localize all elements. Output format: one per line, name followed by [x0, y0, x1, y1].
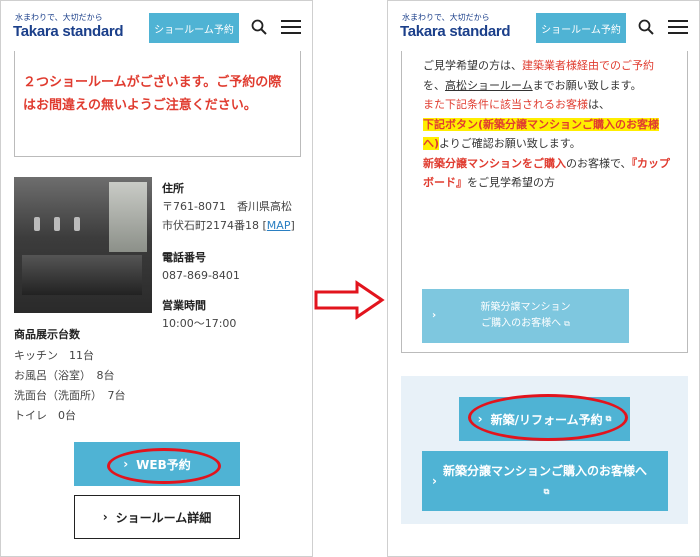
showroom-detail-button[interactable]: › ショールーム詳細 — [74, 495, 240, 539]
business-hours: 10:00〜17:00 — [162, 317, 237, 330]
annotation-ellipse — [107, 448, 221, 484]
transition-arrow-icon — [314, 280, 385, 320]
search-icon[interactable] — [251, 19, 267, 35]
logo-tagline: 水まわりで、大切だから — [402, 13, 490, 22]
search-icon[interactable] — [638, 19, 654, 35]
spec-bath: お風呂（浴室） 8台 — [14, 369, 115, 382]
annotation-ellipse — [468, 394, 628, 441]
showroom-reserve-button[interactable]: ショールーム予約 — [149, 13, 239, 43]
hamburger-menu-icon[interactable] — [668, 20, 688, 34]
showroom-notice: ２つショールームがございます。ご予約の際はお間違えの無いようご注意ください。 — [23, 75, 282, 113]
logo[interactable]: Takara standard — [400, 23, 511, 40]
spec-washstand: 洗面台（洗面所） 7台 — [14, 389, 126, 402]
address-line2-row: 市伏石町2174番18 [MAP] — [162, 219, 295, 232]
hours-label: 営業時間 — [162, 299, 206, 312]
showroom-photo — [14, 177, 152, 313]
phone-number[interactable]: 087-869-8401 — [162, 266, 240, 285]
showroom-reserve-button[interactable]: ショールーム予約 — [536, 13, 626, 43]
address-line2: 市伏石町2174番18 — [162, 219, 259, 232]
map-link[interactable]: MAP — [267, 219, 291, 232]
site-header: 水まわりで、大切だから Takara standard ショールーム予約 — [1, 1, 312, 51]
phone-right: 水まわりで、大切だから Takara standard ショールーム予約 ご見学… — [387, 0, 700, 557]
spec-title: 商品展示台数 — [14, 328, 80, 341]
condo-purchase-label: 新築分譲マンションご購入のお客様へ — [442, 463, 647, 478]
spec-toilet: トイレ 0台 — [14, 409, 76, 422]
chevron-right-icon: › — [432, 474, 437, 488]
logo[interactable]: Takara standard — [13, 23, 124, 40]
hamburger-menu-icon[interactable] — [281, 20, 301, 34]
external-link-icon: ⧉ — [543, 486, 550, 496]
phone-left: 水まわりで、大切だから Takara standard ショールーム予約 ２つシ… — [0, 0, 313, 557]
showroom-detail-label: ショールーム詳細 — [115, 510, 212, 525]
chevron-right-icon: › — [432, 310, 437, 321]
external-link-icon: ⧉ — [564, 319, 570, 328]
guidance-text: ご見学希望の方は、建築業者様経由でのご予約を、高松ショールームまでお願い致します… — [423, 59, 671, 189]
condo-guide-line1: 新築分譲マンション — [480, 302, 571, 313]
phone-label: 電話番号 — [162, 251, 206, 264]
address-label: 住所 — [162, 182, 184, 195]
chevron-right-icon: › — [102, 510, 108, 524]
address-line1: 〒761-8071 香川県高松 — [162, 200, 292, 213]
site-header: 水まわりで、大切だから Takara standard ショールーム予約 — [388, 1, 699, 51]
condo-purchase-button[interactable]: › 新築分譲マンションご購入のお客様へ ⧉ — [422, 451, 668, 511]
condo-guide-button-light[interactable]: › 新築分譲マンション ご購入のお客様へ ⧉ — [422, 289, 629, 343]
condo-guide-line2: ご購入のお客様へ — [481, 318, 562, 329]
spec-kitchen: キッチン 11台 — [14, 349, 94, 362]
logo-tagline: 水まわりで、大切だから — [15, 13, 103, 22]
